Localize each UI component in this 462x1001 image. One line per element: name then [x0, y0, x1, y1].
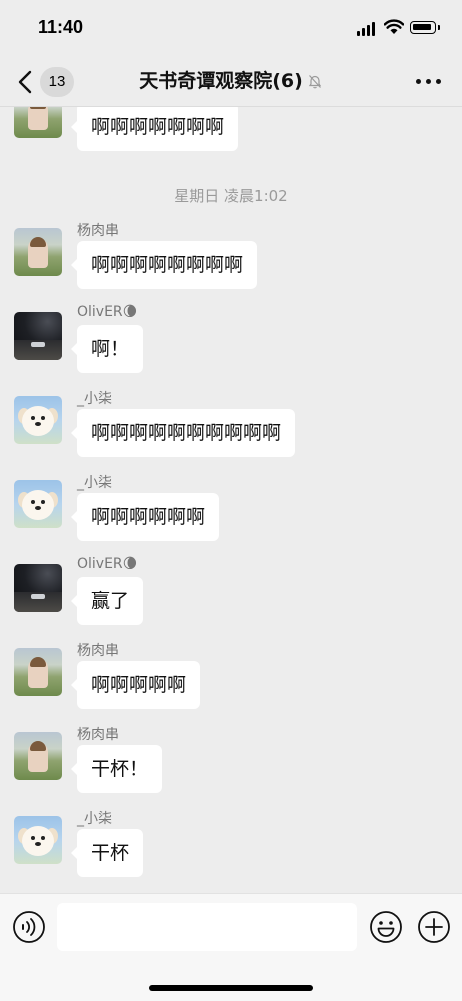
avatar[interactable] — [14, 816, 62, 864]
emoji-icon[interactable] — [369, 910, 403, 944]
chat-title: 天书奇谭观察院(6) — [139, 70, 303, 92]
unread-count-badge: 13 — [40, 67, 74, 97]
more-dots-icon — [416, 79, 421, 84]
sender-name: 杨肉串 — [77, 727, 119, 743]
message-bubble[interactable]: 啊啊啊啊啊啊啊 — [70, 107, 239, 151]
message-input[interactable] — [57, 903, 357, 951]
sender-name: 杨肉串 — [77, 643, 119, 659]
cellular-signal-icon — [357, 22, 377, 36]
message-bubble[interactable]: 赢了 — [70, 577, 144, 625]
back-button[interactable]: 13 — [14, 64, 78, 100]
message-bubble[interactable]: 干杯！ — [70, 745, 163, 793]
avatar[interactable] — [14, 480, 62, 528]
message-bubble[interactable]: 啊啊啊啊啊啊啊啊 — [70, 241, 258, 289]
message-bubble[interactable]: 啊！ — [70, 325, 144, 373]
voice-icon[interactable] — [12, 910, 46, 944]
input-bar — [0, 893, 462, 1001]
message-list[interactable]: 啊啊啊啊啊啊啊 星期日 凌晨1:02 杨肉串 啊啊啊啊啊啊啊啊 OlivER🌘 … — [0, 107, 462, 893]
chevron-left-icon — [18, 70, 32, 94]
status-time: 11:40 — [38, 17, 84, 37]
sender-name: _小柒 — [77, 391, 112, 407]
battery-icon — [410, 21, 440, 34]
bell-slash-icon — [308, 75, 321, 89]
message-bubble[interactable]: 啊啊啊啊啊 — [70, 661, 201, 709]
sender-name: _小柒 — [77, 811, 112, 827]
message-bubble[interactable]: 啊啊啊啊啊啊啊啊啊啊 — [70, 409, 296, 457]
avatar[interactable] — [14, 312, 62, 360]
avatar[interactable] — [14, 564, 62, 612]
sender-name: OlivER🌘 — [77, 556, 138, 572]
avatar[interactable] — [14, 107, 62, 138]
message-bubble[interactable]: 啊啊啊啊啊啊 — [70, 493, 220, 541]
sender-name: 杨肉串 — [77, 223, 119, 239]
avatar[interactable] — [14, 648, 62, 696]
plus-icon[interactable] — [417, 910, 451, 944]
message-bubble[interactable]: 干杯 — [70, 829, 144, 877]
wifi-icon — [384, 19, 404, 34]
message-timestamp: 星期日 凌晨1:02 — [174, 187, 288, 205]
avatar[interactable] — [14, 396, 62, 444]
avatar[interactable] — [14, 732, 62, 780]
avatar[interactable] — [14, 228, 62, 276]
sender-name: _小柒 — [77, 475, 112, 491]
status-bar: 11:40 — [0, 0, 462, 58]
sender-name: OlivER🌘 — [77, 304, 138, 320]
chat-header: 13 天书奇谭观察院(6) — [0, 58, 462, 107]
home-indicator — [149, 985, 313, 991]
more-options-button[interactable] — [414, 68, 444, 94]
